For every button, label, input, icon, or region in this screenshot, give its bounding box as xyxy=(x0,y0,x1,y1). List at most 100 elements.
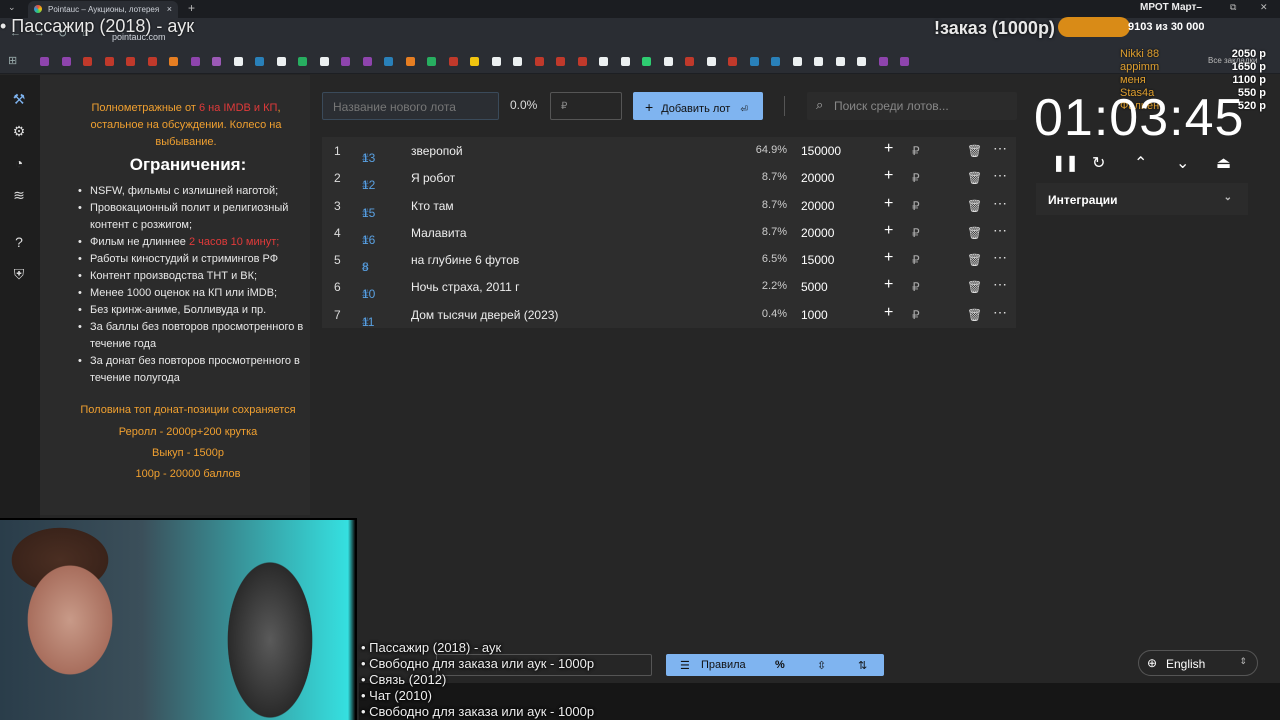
bookmark-icon[interactable] xyxy=(792,57,802,66)
lot-amount[interactable]: 5000 xyxy=(801,280,828,294)
add-amount-icon[interactable]: + xyxy=(884,304,893,322)
tab-list-icon[interactable]: ⌄ xyxy=(8,2,16,13)
bookmark-icon[interactable] xyxy=(61,57,71,66)
trash-icon[interactable]: 🗑 xyxy=(967,226,982,240)
bookmark-icon[interactable] xyxy=(83,57,92,66)
integrations-panel[interactable]: Интеграции ⌄ xyxy=(1036,183,1248,215)
shield-icon[interactable]: ⛨ xyxy=(10,265,28,283)
more-icon[interactable]: ⋯ xyxy=(993,222,1007,239)
percent-icon[interactable]: % xyxy=(775,659,785,671)
add-lot-button[interactable]: + Добавить лот ⏎ xyxy=(633,92,763,120)
bookmark-icon[interactable] xyxy=(470,57,479,66)
bookmark-icon[interactable] xyxy=(212,57,221,66)
bookmark-icon[interactable] xyxy=(771,57,780,66)
bookmark-icon[interactable] xyxy=(341,57,350,66)
more-icon[interactable]: ⋯ xyxy=(993,249,1007,266)
bookmark-icon[interactable] xyxy=(190,57,200,66)
auction-hammer-icon[interactable]: ⚒ xyxy=(10,90,28,108)
bookmark-icon[interactable] xyxy=(534,57,544,66)
bookmark-icon[interactable] xyxy=(384,57,393,66)
add-time-icon[interactable]: ⌃ xyxy=(1134,153,1147,173)
bookmark-icon[interactable] xyxy=(255,57,264,66)
more-icon[interactable]: ⋯ xyxy=(993,195,1007,212)
lot-amount[interactable]: 20000 xyxy=(801,199,834,213)
bookmark-icon[interactable] xyxy=(878,57,888,66)
lot-row[interactable]: 1 #13 зверопой 64.9% 150000 + ₽ 🗑 ⋯ xyxy=(322,137,1016,165)
more-icon[interactable]: ⋯ xyxy=(993,276,1007,293)
ruble-icon[interactable]: ₽ xyxy=(912,171,920,185)
lot-name[interactable]: на глубине 6 футов xyxy=(411,253,519,267)
bookmark-icon[interactable] xyxy=(642,57,651,66)
list-icon[interactable]: ☰ xyxy=(680,659,690,672)
bookmark-icon[interactable] xyxy=(233,57,243,66)
bookmark-icon[interactable] xyxy=(513,57,522,66)
settings-gear-icon[interactable]: ⚙ xyxy=(10,122,28,140)
add-amount-icon[interactable]: + xyxy=(884,167,893,185)
bookmark-icon[interactable] xyxy=(40,57,49,66)
ruble-icon[interactable]: ₽ xyxy=(912,308,920,322)
bookmark-icon[interactable] xyxy=(169,57,178,66)
bookmark-icon[interactable] xyxy=(900,57,909,66)
lot-row[interactable]: 3 #15 Кто там 8.7% 20000 + ₽ 🗑 ⋯ xyxy=(322,192,1016,220)
bookmark-icon[interactable] xyxy=(663,57,673,66)
bookmark-icon[interactable] xyxy=(599,57,608,66)
trash-icon[interactable]: 🗑 xyxy=(967,144,982,158)
bookmark-icon[interactable] xyxy=(835,57,845,66)
lot-row[interactable]: 6 #10 Ночь страха, 2011 г 2.2% 5000 + ₽ 🗑 ⋯ xyxy=(322,273,1016,301)
lot-name[interactable]: Ночь страха, 2011 г xyxy=(411,280,519,294)
lot-search-input[interactable]: ⌕ Поиск среди лотов... xyxy=(807,92,1017,120)
bookmark-icon[interactable] xyxy=(298,57,307,66)
bookmark-icon[interactable] xyxy=(620,57,630,66)
lot-amount[interactable]: 15000 xyxy=(801,253,834,267)
close-window-icon[interactable]: ✕ xyxy=(1260,2,1268,13)
lot-name[interactable]: Кто там xyxy=(411,199,454,213)
ruble-icon[interactable]: ₽ xyxy=(912,144,920,158)
new-tab-icon[interactable]: + xyxy=(188,1,195,15)
lot-amount[interactable]: 20000 xyxy=(801,226,834,240)
new-lot-name-input[interactable]: Название нового лота xyxy=(322,92,499,120)
pie-chart-icon[interactable]: ◔ xyxy=(10,154,28,172)
bookmark-icon[interactable] xyxy=(491,57,501,66)
trash-icon[interactable]: 🗑 xyxy=(967,253,982,267)
lot-name[interactable]: Дом тысячи дверей (2023) xyxy=(411,308,558,322)
lot-row[interactable]: 5 #8 на глубине 6 футов 6.5% 15000 + ₽ 🗑 ⋯ xyxy=(322,246,1016,274)
trash-icon[interactable]: 🗑 xyxy=(967,280,982,294)
reset-icon[interactable]: ↻ xyxy=(1092,153,1105,173)
bookmark-icon[interactable] xyxy=(362,57,372,66)
lot-row[interactable]: 7 #11 Дом тысячи дверей (2023) 0.4% 1000 + ₽ 🗑 ⋯ xyxy=(322,301,1016,329)
lot-amount[interactable]: 20000 xyxy=(801,171,834,185)
restore-icon[interactable]: ⧉ xyxy=(1230,2,1236,13)
bookmark-icon[interactable] xyxy=(147,57,157,66)
lot-row[interactable]: 2 #12 Я робот 8.7% 20000 + ₽ 🗑 ⋯ xyxy=(322,164,1016,192)
add-amount-icon[interactable]: + xyxy=(884,249,893,267)
bookmark-icon[interactable] xyxy=(448,57,458,66)
new-lot-price-input[interactable]: ₽ xyxy=(550,92,622,120)
lot-amount[interactable]: 1000 xyxy=(801,308,828,322)
more-icon[interactable]: ⋯ xyxy=(993,167,1007,184)
bookmark-icon[interactable] xyxy=(685,57,694,66)
add-amount-icon[interactable]: + xyxy=(884,140,893,158)
add-amount-icon[interactable]: + xyxy=(884,195,893,213)
bookmark-icon[interactable] xyxy=(706,57,716,66)
bookmark-icon[interactable] xyxy=(427,57,436,66)
bookmark-icon[interactable] xyxy=(276,57,286,66)
ruble-icon[interactable]: ₽ xyxy=(912,199,920,213)
trash-icon[interactable]: 🗑 xyxy=(967,199,982,213)
subtract-time-icon[interactable]: ⌄ xyxy=(1176,153,1189,173)
pause-icon[interactable]: ❚❚ xyxy=(1052,153,1079,173)
ruble-icon[interactable]: ₽ xyxy=(912,253,920,267)
lot-name[interactable]: Малавита xyxy=(411,226,467,240)
add-amount-icon[interactable]: + xyxy=(884,222,893,240)
sort-icon[interactable]: ⇅ xyxy=(858,659,867,672)
lot-name[interactable]: зверопой xyxy=(411,144,463,158)
double-up-icon[interactable]: ⏏ xyxy=(1216,153,1231,173)
ruble-icon[interactable]: ₽ xyxy=(912,226,920,240)
help-icon[interactable]: ? xyxy=(10,233,28,251)
lot-amount[interactable]: 150000 xyxy=(801,144,841,158)
more-icon[interactable]: ⋯ xyxy=(993,140,1007,157)
bookmark-icon[interactable] xyxy=(577,57,587,66)
bookmark-icon[interactable] xyxy=(405,57,415,66)
ruble-icon[interactable]: ₽ xyxy=(912,280,920,294)
close-tab-icon[interactable]: × xyxy=(167,4,172,14)
layers-icon[interactable]: ≋ xyxy=(10,186,28,204)
